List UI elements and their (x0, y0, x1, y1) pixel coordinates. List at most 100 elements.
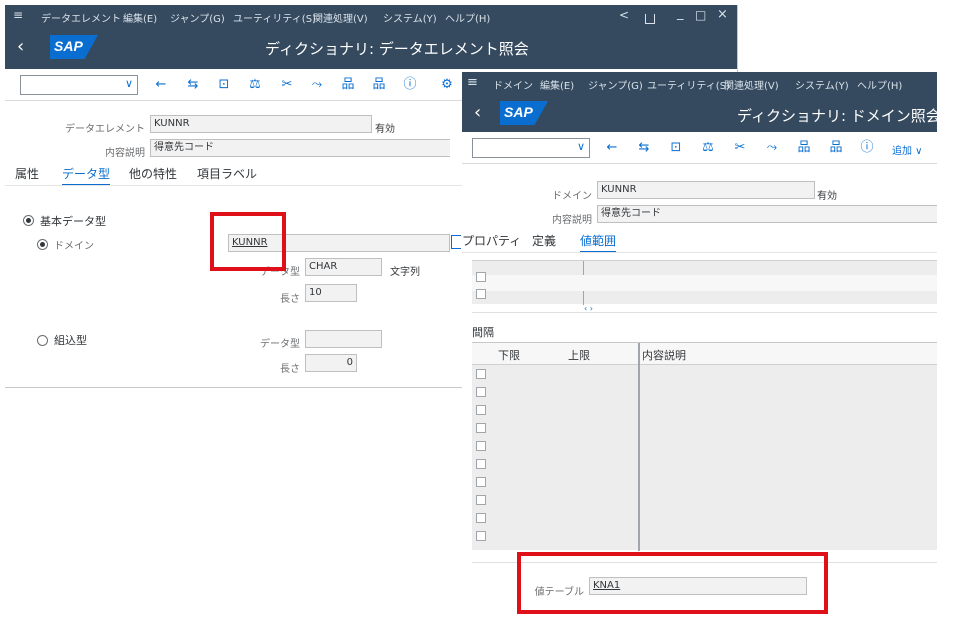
menu-edit[interactable]: 編集(E) (123, 10, 157, 25)
data-type-desc: 文字列 (390, 267, 420, 278)
menu-icon[interactable]: ≡ (13, 8, 23, 22)
title-bar-2: ‹ SAP ディクショナリ: ドメイン照会 (462, 96, 937, 132)
short-desc-field[interactable]: 得意先コード (150, 139, 450, 157)
sap-logo-2: SAP (500, 101, 548, 125)
row-checkbox[interactable] (476, 387, 486, 397)
menu-goto-2[interactable]: ジャンプ(G) (588, 77, 643, 92)
radio-predefined-type[interactable] (37, 335, 48, 346)
data-element-field[interactable]: KUNNR (150, 115, 372, 133)
back-arrow-icon[interactable]: ← (151, 75, 171, 95)
command-field-2[interactable]: ∨ (472, 138, 590, 158)
row-checkbox[interactable] (476, 272, 486, 282)
row-checkbox[interactable] (476, 289, 486, 299)
display-change-icon[interactable]: ⇆ (183, 75, 203, 95)
tab-divider-2 (462, 252, 937, 253)
short-desc-label-2: 内容説明 (552, 215, 592, 226)
menu-utilities[interactable]: ユーティリティ(S) (233, 10, 316, 25)
hierarchy-down-icon[interactable]: 品 (369, 75, 389, 95)
lock-icon[interactable] (645, 14, 655, 24)
domain-label-2: ドメイン (552, 191, 592, 202)
ref-length-field[interactable]: 0 (305, 354, 357, 372)
row-checkbox[interactable] (476, 513, 486, 523)
back-arrow-icon-2[interactable]: ← (602, 138, 622, 158)
ref-length-value[interactable]: 0 (347, 357, 353, 368)
tab-properties[interactable]: プロパティ (462, 232, 521, 249)
short-desc-label: 内容説明 (105, 148, 145, 159)
row-checkbox[interactable] (476, 531, 486, 541)
menu-icon-2[interactable]: ≡ (467, 75, 478, 90)
status-text: 有効 (375, 124, 395, 135)
close-button[interactable]: × (717, 7, 728, 22)
back-button-2[interactable]: ‹ (474, 102, 481, 123)
intervals-label: 間隔 (472, 326, 494, 339)
row-checkbox[interactable] (476, 495, 486, 505)
highlight-domain-box (210, 212, 286, 271)
where-used-icon-2[interactable]: ⤳ (762, 138, 782, 158)
command-field[interactable]: ∨ (20, 75, 138, 95)
status-text-2: 有効 (817, 191, 837, 202)
tab-field-label[interactable]: 項目ラベル (197, 165, 257, 182)
table-header (472, 343, 937, 365)
row-checkbox[interactable] (476, 405, 486, 415)
tab-data-type[interactable]: データ型 (62, 165, 111, 186)
tab-attributes[interactable]: 属性 (15, 165, 39, 182)
menu-system[interactable]: システム(Y) (383, 10, 437, 25)
chevron-down-icon-2[interactable]: ∨ (577, 140, 585, 153)
domain-value-help-icon[interactable] (451, 235, 461, 249)
hierarchy-icon[interactable]: 品 (338, 75, 358, 95)
domain-field-2[interactable]: KUNNR (597, 181, 815, 199)
single-values-table (472, 260, 937, 305)
tab-definition[interactable]: 定義 (532, 232, 556, 249)
activate-icon-2[interactable]: ✂ (730, 138, 750, 158)
row-checkbox[interactable] (476, 459, 486, 469)
activate-icon[interactable]: ✂ (277, 75, 297, 95)
elementary-type-label: 基本データ型 (40, 215, 106, 228)
menu-data-element[interactable]: データエレメント (41, 10, 121, 25)
info-icon-2[interactable]: ⓘ (857, 138, 877, 158)
info-icon[interactable]: ⓘ (400, 75, 420, 95)
minimize-button[interactable]: _ (677, 6, 684, 21)
menu-bar-2: ≡ ドメイン 編集(E) ジャンプ(G) ユーティリティ(S) 関連処理(V) … (462, 72, 937, 96)
row-checkbox[interactable] (476, 441, 486, 451)
short-desc-field-2[interactable]: 得意先コード (597, 205, 937, 223)
menu-help-2[interactable]: ヘルプ(H) (857, 77, 902, 92)
menu-system-2[interactable]: システム(Y) (795, 77, 849, 92)
check-icon[interactable]: ⚖ (245, 75, 265, 95)
row-checkbox[interactable] (476, 477, 486, 487)
ref-data-type-field[interactable] (305, 330, 382, 348)
menu-edit-2[interactable]: 編集(E) (540, 77, 574, 92)
menu-goto[interactable]: ジャンプ(G) (170, 10, 225, 25)
data-type-field[interactable]: CHAR (305, 258, 382, 276)
menu-utilities-2[interactable]: ユーティリティ(S) (647, 77, 730, 92)
menu-environment-2[interactable]: 関連処理(V) (724, 77, 779, 92)
column-description: 内容説明 (642, 349, 686, 362)
other-object-icon-2[interactable]: ⊡ (666, 138, 686, 158)
radio-domain[interactable] (37, 239, 48, 250)
chevron-left-icon[interactable]: < (619, 8, 629, 22)
section-divider (472, 312, 937, 313)
domain-window: ≡ ドメイン 編集(E) ジャンプ(G) ユーティリティ(S) 関連処理(V) … (462, 72, 937, 605)
settings-icon[interactable]: ⚙ (437, 75, 457, 95)
tab-further-characteristics[interactable]: 他の特性 (129, 165, 177, 182)
menu-domain[interactable]: ドメイン (493, 77, 533, 92)
intervals-table: 下限 上限 内容説明 (472, 342, 937, 551)
back-button[interactable]: ‹ (17, 36, 24, 57)
ref-length-label: 長さ (280, 364, 300, 375)
check-icon-2[interactable]: ⚖ (698, 138, 718, 158)
add-button[interactable]: 追加 ∨ (892, 142, 923, 157)
row-checkbox[interactable] (476, 369, 486, 379)
maximize-button[interactable]: □ (695, 8, 706, 22)
tab-value-range[interactable]: 値範囲 (580, 232, 617, 253)
display-change-icon-2[interactable]: ⇆ (634, 138, 654, 158)
length-field[interactable]: 10 (305, 284, 357, 302)
menu-environment[interactable]: 関連処理(V) (313, 10, 368, 25)
where-used-icon[interactable]: ⤳ (307, 75, 327, 95)
chevron-down-icon[interactable]: ∨ (125, 77, 133, 90)
hierarchy-icon-2[interactable]: 品 (794, 138, 814, 158)
row-checkbox[interactable] (476, 423, 486, 433)
hierarchy-down-icon-2[interactable]: 品 (826, 138, 846, 158)
radio-elementary-type[interactable] (23, 215, 34, 226)
other-object-icon[interactable]: ⊡ (214, 75, 234, 95)
title-bar: ‹ SAP ディクショナリ: データエレメント照会 (5, 27, 737, 69)
menu-help[interactable]: ヘルプ(H) (445, 10, 490, 25)
